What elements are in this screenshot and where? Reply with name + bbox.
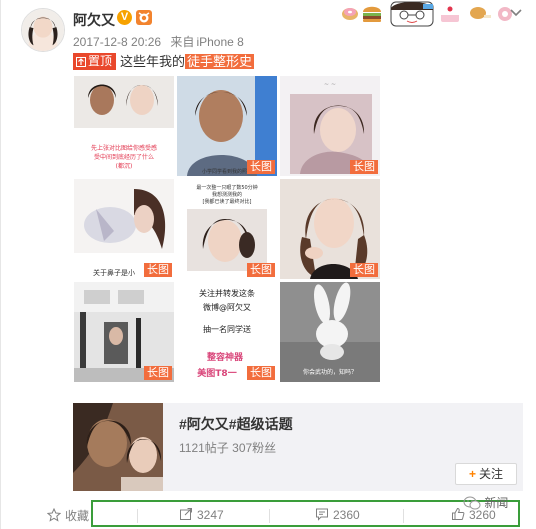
chevron-down-icon[interactable] [509,5,523,19]
cake-icon [441,6,459,22]
drumstick-icon [470,7,491,19]
plus-icon: + [468,467,476,481]
grid-image-5[interactable]: 最一次整一只眼了数50分钟 我想测测我的 [我都已读了最终对比] 长图 [177,179,277,279]
grid-image-2[interactable]: 小学同学看到我的照片 长图 [177,76,277,176]
highlight-box [91,500,520,527]
watermark-text: 新闻 [484,496,509,510]
svg-text:受中间到底经历了什么: 受中间到底经历了什么 [94,153,154,161]
pinned-label: 置顶 [88,54,113,68]
long-image-tag: 长图 [144,366,172,380]
image-grid: 先上张对比图给你感受感 受中间到底经历了什么 (都沉) 小学同学看到我的照片 长… [74,76,380,382]
follow-label: 关注 [479,467,504,481]
svg-text:你会武功的，知吗？: 你会武功的，知吗？ [303,368,357,376]
svg-text:关注并转发这条: 关注并转发这条 [199,288,255,298]
svg-text:整容神器: 整容神器 [206,351,244,363]
post-text: 置顶 这些年我的 徒手整形史 [73,53,255,71]
source-prefix: 来自 [170,35,195,49]
svg-text:美图T8一: 美图T8一 [197,367,236,379]
svg-text:(都沉): (都沉) [116,162,133,170]
news-watermark: 新闻 [463,494,508,511]
post-body: 这些年我的 [120,54,186,69]
svg-text:微博@阿欠又: 微博@阿欠又 [203,302,251,312]
long-image-tag: 长图 [144,263,172,277]
long-image-tag: 长图 [247,263,275,277]
grid-image-6[interactable]: 长图 [280,179,380,279]
grid-image-8[interactable]: 关注并转发这条 微博@阿欠又 抽一名同学送 整容神器 美图T8一 长图 [177,282,277,382]
grid-image-9[interactable]: 你会武功的，知吗？ [280,282,380,382]
long-image-tag: 长图 [247,366,275,380]
username[interactable]: 阿欠又 [73,10,115,30]
star-icon [46,507,62,522]
grid-image-3[interactable]: ~ ~ 长图 [280,76,380,176]
donut-icon [342,8,358,20]
svg-text:小学同学看到我的照片: 小学同学看到我的照片 [202,168,252,175]
grid-image-1[interactable]: 先上张对比图给你感受感 受中间到底经历了什么 (都沉) [74,76,174,176]
super-topic-stats: 1121帖子 307粉丝 [179,441,277,455]
super-topic-title[interactable]: #阿欠又#超级话题 [179,414,293,434]
svg-text:最一次整一只眼了数50分钟: 最一次整一只眼了数50分钟 [196,184,257,191]
wechat-icon [463,496,481,510]
favorite-label: 收藏 [65,509,90,523]
super-topic-cover[interactable] [73,403,163,491]
svg-text:关于鼻子是小: 关于鼻子是小 [93,268,135,277]
post-meta: 2017-12-8 20:26 来自 iPhone 8 [73,33,250,50]
svg-text:我想测测我的: 我想测测我的 [212,191,242,198]
svg-text:[我都已读了最终对比]: [我都已读了最终对比] [203,198,252,205]
post-highlight-link[interactable]: 徒手整形史 [185,54,255,69]
action-bar: 收藏 3247 2360 3260 [1,500,536,529]
long-image-tag: 长图 [247,160,275,174]
long-image-tag: 长图 [350,263,378,277]
svg-text:~ ~: ~ ~ [324,81,336,88]
svg-text:抽一名同学送: 抽一名同学送 [203,324,251,334]
avatar[interactable] [21,8,65,52]
v-badge-icon: V [117,10,132,25]
long-image-tag: 长图 [350,160,378,174]
pinned-badge: 置顶 [73,53,117,70]
burger-icon [363,6,381,22]
post-date[interactable]: 2017-12-8 20:26 [73,35,161,49]
follow-button[interactable]: + 关注 [455,463,517,485]
grid-image-7[interactable]: 长图 [74,282,174,382]
super-topic-card[interactable]: #阿欠又#超级话题 1121帖子 307粉丝 + 关注 [73,403,523,491]
grid-image-4[interactable]: 关于鼻子是小 长图 [74,179,174,279]
post-source: iPhone 8 [196,35,244,49]
weibo-post: 阿欠又 V 2017-12-8 20:26 来自 iPhone 8 置顶 这些年我的… [0,0,536,529]
cartoon-face-icon [390,1,434,27]
favorite-button[interactable]: 收藏 [46,507,90,524]
pin-icon [76,57,86,67]
svg-text:先上张对比图给你感受感: 先上张对比图给你感受感 [91,144,157,152]
member-badge-icon[interactable] [136,10,152,25]
card-skin-decoration [341,0,517,28]
